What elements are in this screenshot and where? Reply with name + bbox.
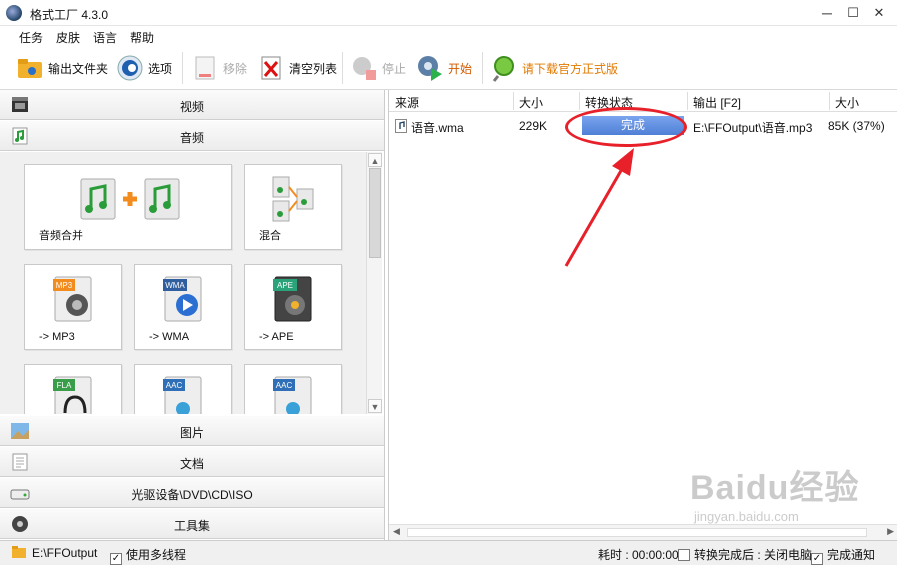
- checkbox-checked-icon: ✓: [110, 553, 122, 565]
- close-button[interactable]: ✕: [867, 3, 891, 23]
- checkbox-unchecked-icon: [678, 549, 690, 561]
- badge-mp3: MP3: [56, 281, 73, 290]
- title-bar: 格式工厂 4.3.0 ─ ☐ ✕: [0, 0, 897, 26]
- scroll-up-icon[interactable]: ▲: [368, 153, 382, 167]
- watermark-brand: Baidu经验: [690, 469, 860, 507]
- h-scroll-thumb[interactable]: [407, 528, 867, 537]
- menu-skin[interactable]: 皮肤: [56, 29, 80, 46]
- badge-wma: WMA: [165, 281, 185, 290]
- category-document[interactable]: 文档: [0, 447, 384, 477]
- badge-fla: FLA: [57, 381, 72, 390]
- tile-audio-mix[interactable]: 混合: [244, 164, 342, 250]
- scroll-down-icon[interactable]: ▼: [368, 399, 382, 413]
- horizontal-scrollbar[interactable]: ◀ ▶: [389, 524, 897, 540]
- minimize-button[interactable]: ─: [815, 3, 839, 23]
- watermark-url: jingyan.baidu.com: [694, 509, 799, 524]
- stop-button[interactable]: 停止: [350, 52, 406, 84]
- mp3-speaker-icon: MP3: [49, 275, 97, 326]
- category-tools[interactable]: 工具集: [0, 509, 384, 539]
- scroll-thumb[interactable]: [369, 168, 381, 258]
- audio-file-icon: [395, 119, 407, 136]
- aac-icon: AAC: [159, 375, 207, 414]
- output-path-link[interactable]: E:\FFOutput: [32, 546, 97, 560]
- row-size: 229K: [519, 119, 548, 133]
- category-panel: 视频 音频 音频合并 混合 MP3 -> MP3 WMA -> WMA APE …: [0, 90, 385, 540]
- tile-to-ape[interactable]: APE -> APE: [244, 264, 342, 350]
- app-logo-icon: [6, 5, 22, 21]
- clear-list-icon: [257, 54, 285, 82]
- tile-to-wma[interactable]: WMA -> WMA: [134, 264, 232, 350]
- audio-mix-icon: [271, 175, 317, 226]
- output-folder-button[interactable]: 输出文件夹: [16, 52, 108, 84]
- notify-checkbox[interactable]: ✓ 完成通知: [811, 546, 875, 565]
- scroll-left-icon[interactable]: ◀: [393, 526, 400, 537]
- status-bar: E:\FFOutput ✓ 使用多线程 耗时 : 00:00:00 转换完成后 :…: [0, 540, 897, 565]
- options-button[interactable]: 选项: [116, 52, 172, 84]
- options-gear-icon: [116, 54, 144, 82]
- wma-play-icon: WMA: [159, 275, 207, 326]
- start-button[interactable]: 开始: [416, 52, 472, 84]
- remove-doc-icon: [191, 54, 219, 82]
- remove-button[interactable]: 移除: [191, 52, 247, 84]
- col-source[interactable]: 来源: [395, 94, 419, 111]
- col-output-size[interactable]: 大小: [835, 94, 859, 111]
- category-rom-device[interactable]: 光驱设备\DVD\CD\ISO: [0, 478, 384, 508]
- output-folder-small-icon: [12, 546, 26, 561]
- clear-list-button[interactable]: 清空列表: [257, 52, 337, 84]
- scroll-right-icon[interactable]: ▶: [887, 526, 894, 537]
- multithread-checkbox[interactable]: ✓ 使用多线程: [110, 546, 186, 565]
- tile-to-aac[interactable]: AAC: [134, 364, 232, 414]
- checkbox-checked-icon: ✓: [811, 553, 823, 565]
- stop-icon: [350, 54, 378, 82]
- aac-icon: AAC: [269, 375, 317, 414]
- menu-task[interactable]: 任务: [19, 29, 43, 46]
- badge-aac: AAC: [166, 381, 183, 390]
- category-image[interactable]: 图片: [0, 416, 384, 446]
- col-size[interactable]: 大小: [519, 94, 543, 111]
- row-output-path: E:\FFOutput\语音.mp3: [693, 121, 813, 135]
- tile-audio-merge[interactable]: 音频合并: [24, 164, 232, 250]
- col-output[interactable]: 输出 [F2]: [693, 94, 741, 111]
- tile-to-mp3[interactable]: MP3 -> MP3: [24, 264, 122, 350]
- folder-icon: [16, 54, 44, 82]
- window-title: 格式工厂 4.3.0: [30, 8, 109, 22]
- toolbar: 输出文件夹 选项 移除 清空列表 停止 开始 请下载官方正式版: [0, 46, 897, 90]
- maximize-button[interactable]: ☐: [841, 3, 865, 23]
- row-source: 语音.wma: [411, 121, 464, 135]
- baidu-watermark: Baidu经验 jingyan.baidu.com: [690, 460, 859, 524]
- audio-merge-icon: [79, 177, 183, 224]
- category-audio[interactable]: 音频: [0, 121, 384, 151]
- annotation-arrow-icon: [564, 148, 634, 267]
- tile-to-flac[interactable]: FLA: [24, 364, 122, 414]
- badge-aac: AAC: [276, 381, 293, 390]
- after-done-checkbox[interactable]: 转换完成后 : 关闭电脑: [678, 546, 812, 563]
- row-output-size: 85K (37%): [828, 119, 885, 133]
- start-play-icon: [416, 54, 444, 82]
- download-official-button[interactable]: 请下载官方正式版: [490, 52, 618, 84]
- grid-scrollbar[interactable]: ▲ ▼: [366, 152, 382, 414]
- menu-help[interactable]: 帮助: [130, 29, 154, 46]
- flac-headphone-icon: FLA: [49, 375, 97, 414]
- ape-disc-icon: APE: [269, 275, 317, 326]
- menu-bar: 任务 皮肤 语言 帮助: [0, 26, 897, 46]
- audio-tool-grid: 音频合并 混合 MP3 -> MP3 WMA -> WMA APE -> APE…: [0, 152, 366, 414]
- menu-language[interactable]: 语言: [93, 29, 117, 46]
- magnifier-globe-icon: [490, 54, 518, 82]
- elapsed-time: 耗时 : 00:00:00: [598, 548, 679, 562]
- badge-ape: APE: [277, 281, 293, 290]
- tile-to-m4a[interactable]: AAC: [244, 364, 342, 414]
- category-video[interactable]: 视频: [0, 90, 384, 120]
